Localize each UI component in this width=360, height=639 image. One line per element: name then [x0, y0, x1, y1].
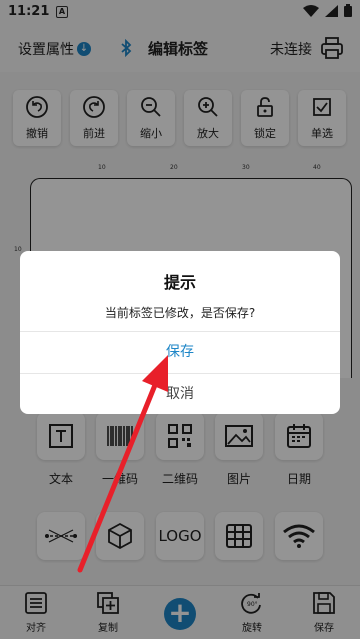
dialog-title: 提示 — [163, 273, 196, 292]
dialog-save-button[interactable]: 保存 — [20, 332, 340, 373]
save-prompt-dialog: 提示 当前标签已修改，是否保存? 保存 取消 — [20, 251, 340, 414]
dialog-message: 当前标签已修改，是否保存? — [104, 306, 256, 320]
dialog-cancel-button[interactable]: 取消 — [20, 374, 340, 414]
